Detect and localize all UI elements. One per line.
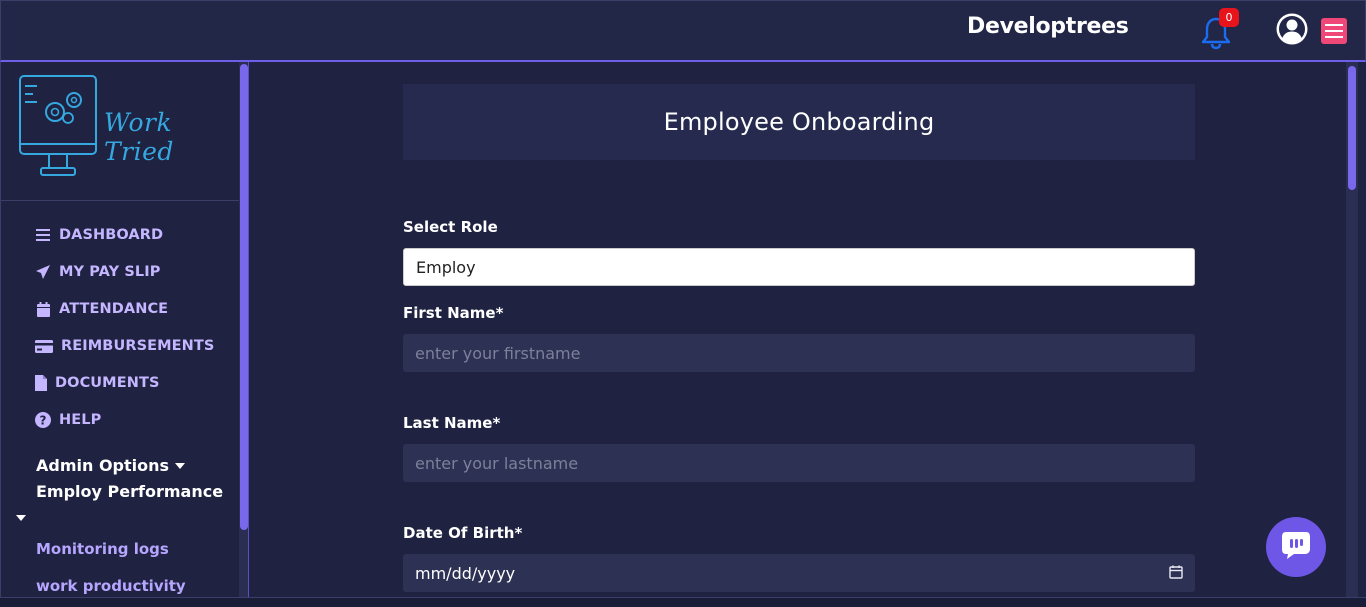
chat-bubble-icon [1280, 530, 1312, 564]
employ-performance-label: Employ Performance [36, 482, 224, 501]
sidebar-item-documents[interactable]: DOCUMENTS [35, 372, 159, 394]
caret-down-icon [175, 462, 186, 469]
svg-text:?: ? [39, 414, 46, 428]
first-name-label: First Name* [403, 304, 504, 322]
paper-plane-icon [35, 264, 51, 280]
dob-label: Date Of Birth* [403, 524, 523, 542]
chat-button[interactable] [1266, 517, 1326, 577]
select-role-label: Select Role [403, 218, 498, 236]
brand-name: Developtrees [967, 14, 1129, 39]
sidebar-item-reimbursements[interactable]: REIMBURSEMENTS [35, 335, 214, 357]
admin-options-label: Admin Options [36, 456, 170, 475]
menu-line [1325, 24, 1343, 26]
sidebar-scrollbar-thumb[interactable] [240, 64, 248, 530]
page-title: Employee Onboarding [403, 84, 1195, 160]
sidebar-item-pay-slip[interactable]: MY PAY SLIP [35, 261, 160, 283]
employ-performance-toggle[interactable]: Employ Performance [36, 482, 223, 501]
sidebar-item-attendance[interactable]: ATTENDANCE [35, 298, 168, 320]
dob-input[interactable]: mm/dd/yyyy [403, 554, 1195, 592]
sidebar-item-label: DASHBOARD [59, 227, 164, 243]
user-avatar-icon[interactable] [1275, 12, 1309, 46]
select-role-value: Employ [416, 257, 476, 277]
sidebar-item-help[interactable]: ? HELP [35, 409, 101, 431]
admin-options-toggle[interactable]: Admin Options [36, 456, 186, 475]
window-bottom-edge [0, 597, 1366, 607]
question-circle-icon: ? [35, 412, 51, 428]
list-icon [35, 227, 51, 243]
calendar-icon [35, 301, 51, 317]
sidebar-item-label: REIMBURSEMENTS [61, 338, 215, 354]
sidebar-item-label: HELP [59, 412, 102, 428]
first-name-input[interactable] [403, 334, 1195, 372]
sidebar-link-monitoring-logs[interactable]: Monitoring logs [36, 540, 169, 558]
sidebar-item-label: MY PAY SLIP [59, 264, 161, 280]
dob-value: mm/dd/yyyy [415, 563, 516, 583]
top-bar: Developtrees 0 [0, 0, 1366, 62]
sidebar: Work Tried DASHBOARD MY PAY SLIP ATTENDA… [0, 62, 250, 607]
sidebar-link-work-productivity[interactable]: work productivity [36, 577, 186, 595]
logo-monitor-icon [15, 74, 101, 178]
notification-badge: 0 [1219, 8, 1239, 27]
logo-text: Work Tried [104, 108, 174, 166]
sidebar-divider [1, 200, 239, 201]
file-icon [35, 375, 47, 391]
main-scrollbar-thumb[interactable] [1348, 66, 1356, 190]
hamburger-menu-button[interactable] [1321, 18, 1347, 44]
caret-down-icon[interactable] [16, 515, 26, 521]
last-name-label: Last Name* [403, 414, 501, 432]
menu-line [1325, 36, 1343, 38]
sidebar-item-label: ATTENDANCE [59, 301, 169, 317]
app-root: Developtrees 0 Work Tried DASHBOARD MY P… [0, 0, 1366, 607]
sidebar-item-label: DOCUMENTS [55, 375, 160, 391]
credit-card-icon [35, 338, 53, 354]
sidebar-item-dashboard[interactable]: DASHBOARD [35, 224, 163, 246]
last-name-input[interactable] [403, 444, 1195, 482]
calendar-icon[interactable] [1169, 564, 1183, 583]
select-role-dropdown[interactable]: Employ [403, 248, 1195, 286]
menu-line [1325, 30, 1343, 32]
